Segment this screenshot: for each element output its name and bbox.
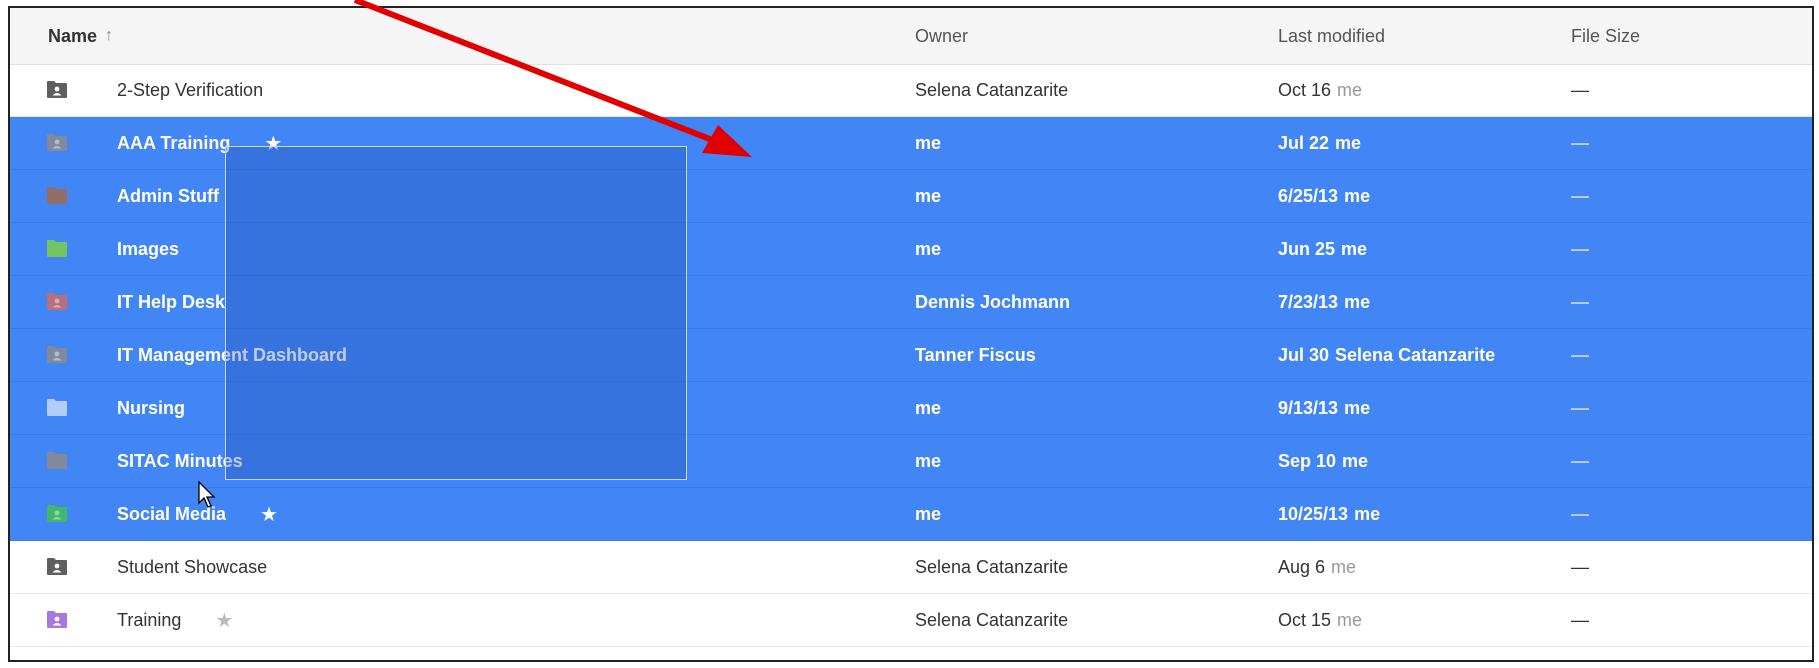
- owner-cell: me: [915, 185, 942, 206]
- file-size-cell: —: [1571, 132, 1589, 153]
- last-modified-cell: Oct 16 me: [1278, 64, 1362, 116]
- shared-folder-icon: [47, 611, 67, 628]
- row-name-cell[interactable]: IT Help Desk: [117, 276, 225, 328]
- row-name-cell[interactable]: Student Showcase: [117, 541, 267, 593]
- shared-folder-icon: [47, 558, 67, 575]
- owner-cell: Dennis Jochmann: [915, 291, 1071, 312]
- last-modified-cell: Jun 25 me: [1278, 223, 1367, 275]
- file-name: AAA Training: [117, 132, 231, 153]
- row-name-cell[interactable]: Nursing: [117, 382, 185, 434]
- last-modified-cell: Sep 10 me: [1278, 435, 1368, 487]
- shared-folder-icon: [47, 81, 67, 98]
- modified-by: me: [1337, 609, 1363, 630]
- file-name: Training: [117, 609, 182, 630]
- modified-date: Sep 10: [1278, 450, 1337, 471]
- file-name: Images: [117, 238, 180, 259]
- row-name-cell[interactable]: Training ★: [117, 594, 233, 646]
- folder-icon: [47, 452, 67, 469]
- modified-by: me: [1341, 238, 1368, 259]
- file-size-cell: —: [1571, 291, 1589, 312]
- file-name: 2-Step Verification: [117, 79, 264, 100]
- file-size-column-header[interactable]: File Size: [1571, 8, 1640, 64]
- star-icon[interactable]: ★: [260, 502, 278, 527]
- folder-icon: [47, 399, 67, 416]
- owner-cell: Tanner Fiscus: [915, 344, 1036, 365]
- file-size-cell: —: [1571, 450, 1589, 471]
- folder-icon: [47, 240, 67, 257]
- modified-date: 9/13/13: [1278, 397, 1339, 418]
- table-row[interactable]: 2-Step Verification Selena Catanzarite Oct…: [10, 64, 1812, 117]
- star-icon[interactable]: ★: [215, 608, 233, 633]
- file-size-cell: —: [1571, 609, 1589, 630]
- modified-by: me: [1335, 132, 1362, 153]
- modified-by: me: [1354, 503, 1381, 524]
- modified-date: 7/23/13: [1278, 291, 1339, 312]
- owner-cell: me: [915, 450, 942, 471]
- table-row[interactable]: Social Media ★ me 10/25/13 me —: [10, 488, 1812, 541]
- file-size-cell: —: [1571, 79, 1589, 100]
- shared-folder-icon: [47, 134, 67, 151]
- last-modified-cell: Aug 6 me: [1278, 541, 1356, 593]
- modified-date: Aug 6: [1278, 556, 1326, 577]
- owner-cell: Selena Catanzarite: [915, 79, 1069, 100]
- modified-by: me: [1344, 185, 1371, 206]
- file-name: Nursing: [117, 397, 186, 418]
- modified-date: Jul 22: [1278, 132, 1330, 153]
- modified-by: me: [1342, 450, 1369, 471]
- modified-date: Jul 30: [1278, 344, 1330, 365]
- last-modified-cell: 7/23/13 me: [1278, 276, 1370, 328]
- modified-by: me: [1337, 79, 1363, 100]
- arrow-up-icon[interactable]: ↑: [105, 27, 113, 45]
- last-modified-cell: Jul 22 me: [1278, 117, 1361, 169]
- file-size-cell: —: [1571, 397, 1589, 418]
- owner-cell: me: [915, 132, 942, 153]
- file-size-cell: —: [1571, 503, 1589, 524]
- file-list: Name ↑ Owner Last modified File Size 2-S…: [8, 6, 1814, 662]
- row-name-cell[interactable]: SITAC Minutes: [117, 435, 243, 487]
- file-name: Admin Stuff: [117, 185, 219, 206]
- modified-by: me: [1331, 556, 1357, 577]
- owner-cell: me: [915, 238, 942, 259]
- last-modified-cell: Oct 15 me: [1278, 594, 1362, 646]
- modified-by: me: [1344, 397, 1371, 418]
- mouse-pointer-icon: [198, 481, 216, 508]
- last-modified-cell: 6/25/13 me: [1278, 170, 1370, 222]
- file-size-cell: —: [1571, 185, 1589, 206]
- owner-cell: Selena Catanzarite: [915, 609, 1069, 630]
- shared-folder-icon: [47, 293, 67, 310]
- owner-cell: me: [915, 503, 942, 524]
- last-modified-cell: 10/25/13 me: [1278, 488, 1380, 540]
- modified-date: 10/25/13: [1278, 503, 1349, 524]
- table-row[interactable]: Training ★ Selena Catanzarite Oct 15 me —: [10, 594, 1812, 647]
- column-header-row: Name ↑ Owner Last modified File Size: [10, 8, 1812, 65]
- file-name: IT Help Desk: [117, 291, 226, 312]
- modified-date: Oct 15: [1278, 609, 1332, 630]
- last-modified-cell: Jul 30 Selena Catanzarite: [1278, 329, 1495, 381]
- row-name-cell[interactable]: 2-Step Verification: [117, 64, 263, 116]
- folder-icon: [47, 187, 67, 204]
- last-modified-cell: 9/13/13 me: [1278, 382, 1370, 434]
- modified-date: 6/25/13: [1278, 185, 1339, 206]
- owner-cell: me: [915, 397, 942, 418]
- file-name: Student Showcase: [117, 556, 268, 577]
- row-name-cell[interactable]: Admin Stuff: [117, 170, 219, 222]
- owner-column-header[interactable]: Owner: [915, 8, 968, 64]
- owner-cell: Selena Catanzarite: [915, 556, 1069, 577]
- drag-selection-rectangle: [225, 146, 687, 480]
- row-name-cell[interactable]: Images: [117, 223, 179, 275]
- name-header-label: Name: [48, 25, 98, 46]
- last-modified-column-header[interactable]: Last modified: [1278, 8, 1385, 64]
- table-row[interactable]: Student Showcase Selena Catanzarite Aug 6m…: [10, 541, 1812, 594]
- file-size-cell: —: [1571, 556, 1589, 577]
- file-name: SITAC Minutes: [117, 450, 243, 471]
- modified-by: Selena Catanzarite: [1335, 344, 1496, 365]
- modified-date: Oct 16: [1278, 79, 1332, 100]
- name-column-header[interactable]: Name ↑: [48, 8, 113, 64]
- file-size-cell: —: [1571, 344, 1589, 365]
- shared-folder-icon: [47, 505, 67, 522]
- modified-date: Jun 25: [1278, 238, 1336, 259]
- shared-folder-icon: [47, 346, 67, 363]
- modified-by: me: [1344, 291, 1371, 312]
- file-size-cell: —: [1571, 238, 1589, 259]
